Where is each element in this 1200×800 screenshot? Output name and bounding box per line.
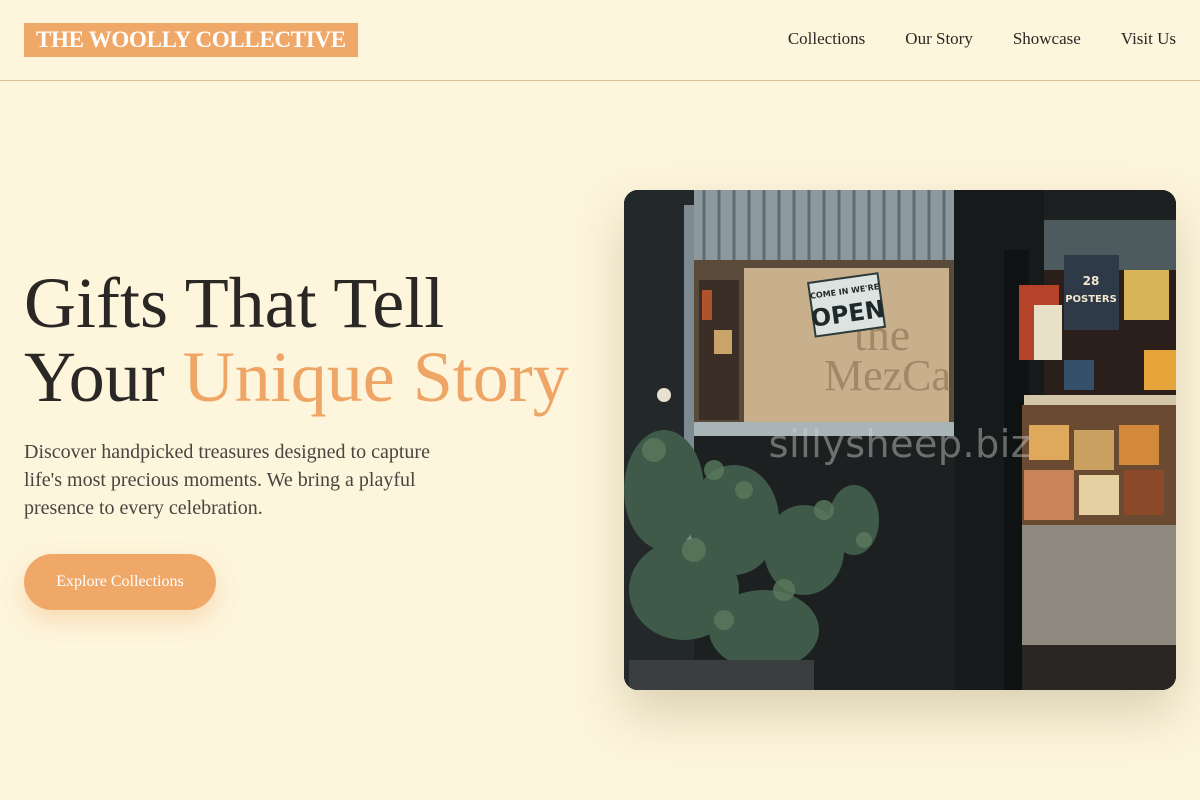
nav-link-our-story[interactable]: Our Story: [905, 29, 973, 49]
svg-text:MezCa: MezCa: [824, 351, 951, 400]
nav-link-collections[interactable]: Collections: [788, 29, 865, 49]
nav-link-showcase[interactable]: Showcase: [1013, 29, 1081, 49]
watermark-text: sillysheep.biz: [768, 422, 1032, 466]
hero-title-accent: Unique Story: [182, 337, 569, 417]
hero-title-line1: Gifts That Tell: [24, 263, 445, 343]
hero-title-line2: Your: [24, 337, 183, 417]
svg-text:28: 28: [1083, 274, 1100, 288]
site-header: THE WOOLLY COLLECTIVE Collections Our St…: [0, 0, 1200, 81]
svg-text:POSTERS: POSTERS: [1065, 294, 1117, 305]
hero-photo: the MezCa COME IN WE'RE OPEN 28 POSTERS: [624, 190, 1176, 690]
main-nav: Collections Our Story Showcase Visit Us: [788, 29, 1176, 49]
hero-description: Discover handpicked treasures designed t…: [24, 441, 430, 519]
brand-logo[interactable]: THE WOOLLY COLLECTIVE: [24, 23, 358, 57]
explore-collections-button[interactable]: Explore Collections: [24, 554, 216, 610]
hero-title: Gifts That Tell Your Unique Story: [24, 266, 569, 414]
nav-link-visit-us[interactable]: Visit Us: [1121, 29, 1176, 49]
